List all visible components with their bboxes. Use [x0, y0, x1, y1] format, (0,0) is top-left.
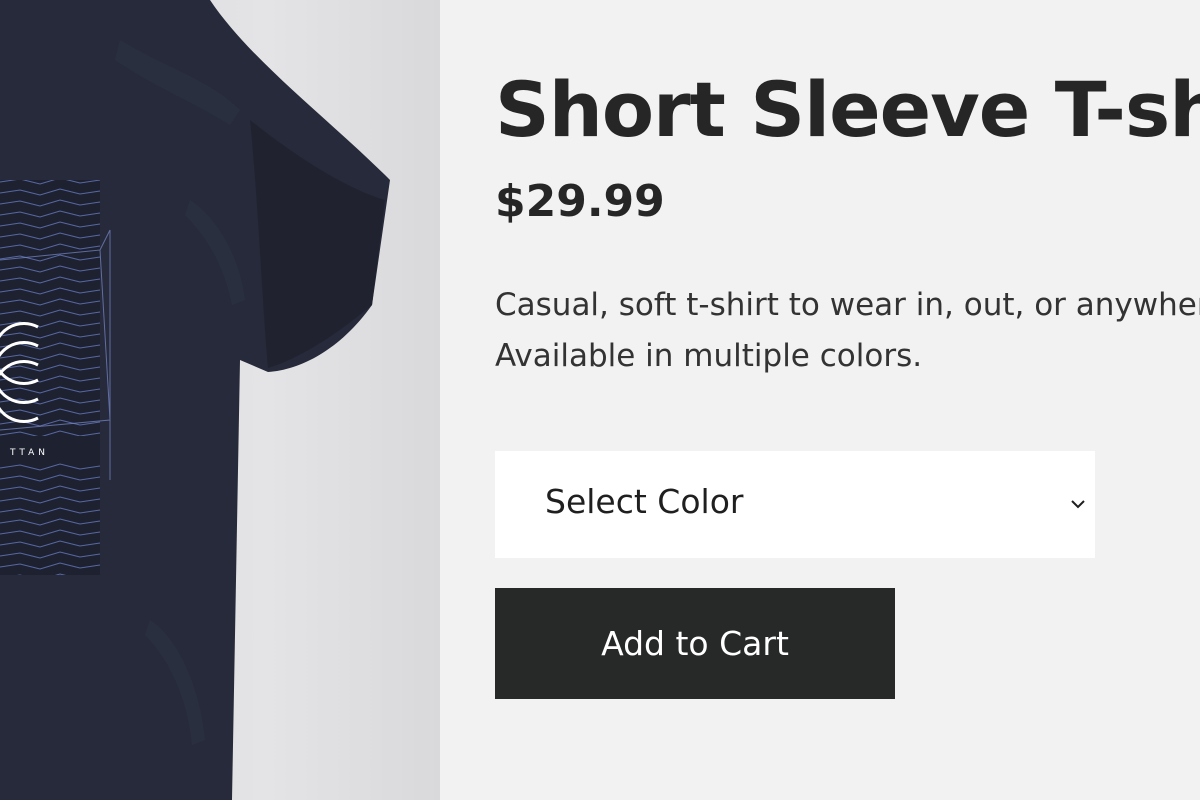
product-image: TTAN	[0, 0, 440, 800]
chevron-down-icon	[1071, 500, 1085, 509]
color-select-value: Select Color	[545, 482, 744, 521]
svg-text:TTAN: TTAN	[9, 448, 49, 458]
description-line: Casual, soft t-shirt to wear in, out, or…	[495, 287, 1200, 323]
product-price: $29.99	[495, 176, 665, 227]
product-details: Short Sleeve T-shirt $29.99 Casual, soft…	[495, 0, 1200, 800]
product-title: Short Sleeve T-shirt	[495, 65, 1200, 154]
add-to-cart-button[interactable]: Add to Cart	[495, 588, 895, 699]
product-description: Casual, soft t-shirt to wear in, out, or…	[495, 280, 1200, 382]
t-shirt-image: TTAN	[0, 0, 390, 800]
description-line: Available in multiple colors.	[495, 338, 923, 374]
product-page: TTAN Short Sleeve T-shirt $29.99 Casual,…	[0, 0, 1200, 800]
color-select[interactable]: Select Color	[495, 451, 1095, 558]
